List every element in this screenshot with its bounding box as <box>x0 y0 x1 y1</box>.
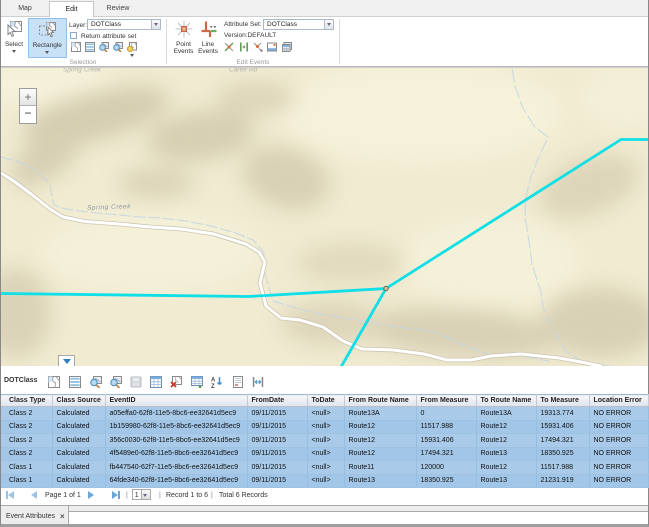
svg-text:Z: Z <box>211 384 215 388</box>
svg-text:A: A <box>211 378 216 384</box>
svg-text:Carter Rd: Carter Rd <box>229 68 258 74</box>
svg-text:Spring Creek: Spring Creek <box>63 68 102 74</box>
